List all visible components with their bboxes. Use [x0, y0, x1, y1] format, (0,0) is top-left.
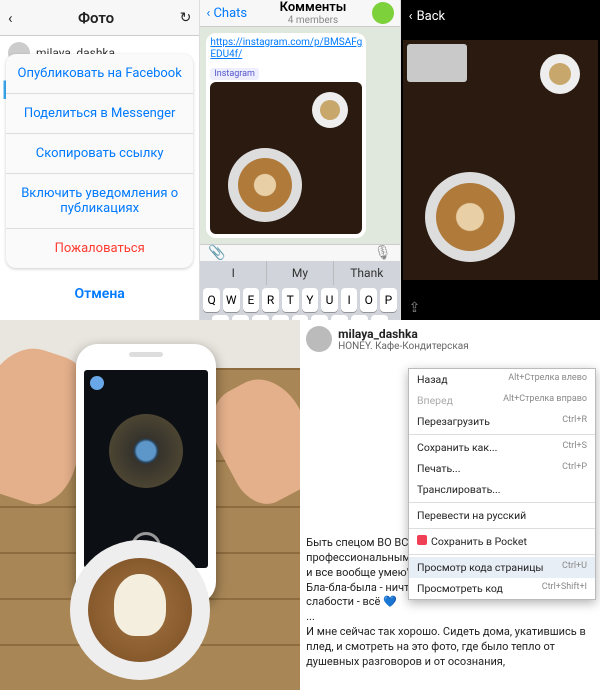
link-tag: Instagram: [210, 68, 259, 80]
key-Q[interactable]: Q: [203, 288, 220, 312]
instagram-panel: ‹ Фото ↻ milaya_dashka MOYO Опубликовать…: [0, 0, 200, 320]
menu-print[interactable]: Печать...Ctrl+P: [409, 458, 595, 479]
pocket-icon: [417, 535, 427, 545]
menu-cast[interactable]: Транслировать...: [409, 479, 595, 500]
keyboard: I My Thank QWERTYUIOP ASDFGHJKL ⇧ZXCVBNM…: [200, 261, 399, 320]
menu-view-source[interactable]: Просмотр кода страницыCtrl+U: [409, 557, 595, 578]
camera-viewfinder: [84, 370, 208, 568]
share-facebook[interactable]: Опубликовать на Facebook: [6, 54, 193, 94]
chat-avatar[interactable]: [372, 2, 394, 24]
menu-reload[interactable]: ПерезагрузитьCtrl+R: [409, 411, 595, 432]
chat-subtitle: 4 members: [254, 15, 371, 26]
header-title: Фото: [78, 9, 114, 27]
message-input-bar[interactable]: 📎 🎙: [200, 244, 399, 261]
mic-icon[interactable]: 🎙: [374, 245, 392, 261]
post-profile[interactable]: milaya_dashka HONEY. Кафе-Кондитерская: [306, 326, 592, 352]
menu-translate[interactable]: Перевести на русский: [409, 505, 595, 526]
suggestion[interactable]: Thank: [334, 261, 400, 285]
key-W[interactable]: W: [223, 288, 240, 312]
coffee-cup: [70, 540, 210, 680]
telegram-panel: ‹ Chats Комменты 4 members https://insta…: [200, 0, 400, 320]
menu-back[interactable]: НазадAlt+Стрелка влево: [409, 369, 595, 390]
key-O[interactable]: O: [360, 288, 377, 312]
instagram-header: ‹ Фото ↻: [0, 0, 199, 36]
key-E[interactable]: E: [243, 288, 260, 312]
attach-icon[interactable]: 📎: [208, 245, 225, 261]
chat-title: Комменты: [254, 0, 371, 15]
lifestyle-photo: [0, 320, 300, 690]
key-P[interactable]: P: [380, 288, 397, 312]
enable-notifications[interactable]: Включить уведомления о публикациях: [6, 174, 193, 229]
share-messenger[interactable]: Поделиться в Messenger: [6, 94, 193, 134]
message-link[interactable]: https://instagram.com/p/BMSAFgEDU4f/: [210, 37, 362, 61]
key-I[interactable]: I: [341, 288, 358, 312]
menu-forward: ВпередAlt+Стрелка вправо: [409, 390, 595, 411]
share-icon[interactable]: ⇪: [409, 300, 421, 316]
key-R[interactable]: R: [262, 288, 279, 312]
avatar: [306, 326, 332, 352]
fullscreen-photo[interactable]: [403, 40, 598, 280]
menu-inspect[interactable]: Просмотреть кодCtrl+Shift+I: [409, 578, 595, 599]
back-label[interactable]: Back: [417, 9, 446, 24]
chevron-left-icon[interactable]: ‹: [409, 9, 413, 24]
suggestion[interactable]: My: [267, 261, 334, 285]
message-photo[interactable]: [210, 82, 362, 234]
suggestion[interactable]: I: [200, 261, 267, 285]
telegram-header: ‹ Chats Комменты 4 members: [200, 0, 399, 27]
action-sheet: Опубликовать на Facebook Поделиться в Me…: [6, 54, 193, 314]
menu-save-as[interactable]: Сохранить как...Ctrl+S: [409, 437, 595, 458]
chat-body[interactable]: https://instagram.com/p/BMSAFgEDU4f/ Ins…: [200, 27, 399, 244]
message-bubble[interactable]: https://instagram.com/p/BMSAFgEDU4f/ Ins…: [206, 33, 366, 238]
refresh-icon[interactable]: ↻: [180, 10, 192, 26]
caret-icon: ‹: [8, 9, 13, 27]
context-menu: НазадAlt+Стрелка влево ВпередAlt+Стрелка…: [408, 368, 596, 600]
key-T[interactable]: T: [282, 288, 299, 312]
key-U[interactable]: U: [321, 288, 338, 312]
post-username[interactable]: milaya_dashka: [338, 327, 469, 341]
key-Y[interactable]: Y: [302, 288, 319, 312]
post-location[interactable]: HONEY. Кафе-Кондитерская: [338, 341, 469, 352]
photo-viewer: ‹ Back ⇪: [401, 0, 600, 320]
report-button[interactable]: Пожаловаться: [6, 229, 193, 268]
instagram-web-post: milaya_dashka HONEY. Кафе-Кондитерская 5…: [300, 320, 600, 690]
back-to-chats[interactable]: ‹ Chats: [206, 6, 254, 21]
copy-link[interactable]: Скопировать ссылку: [6, 134, 193, 174]
menu-pocket[interactable]: Сохранить в Pocket: [409, 531, 595, 552]
cancel-button[interactable]: Отмена: [6, 274, 193, 314]
